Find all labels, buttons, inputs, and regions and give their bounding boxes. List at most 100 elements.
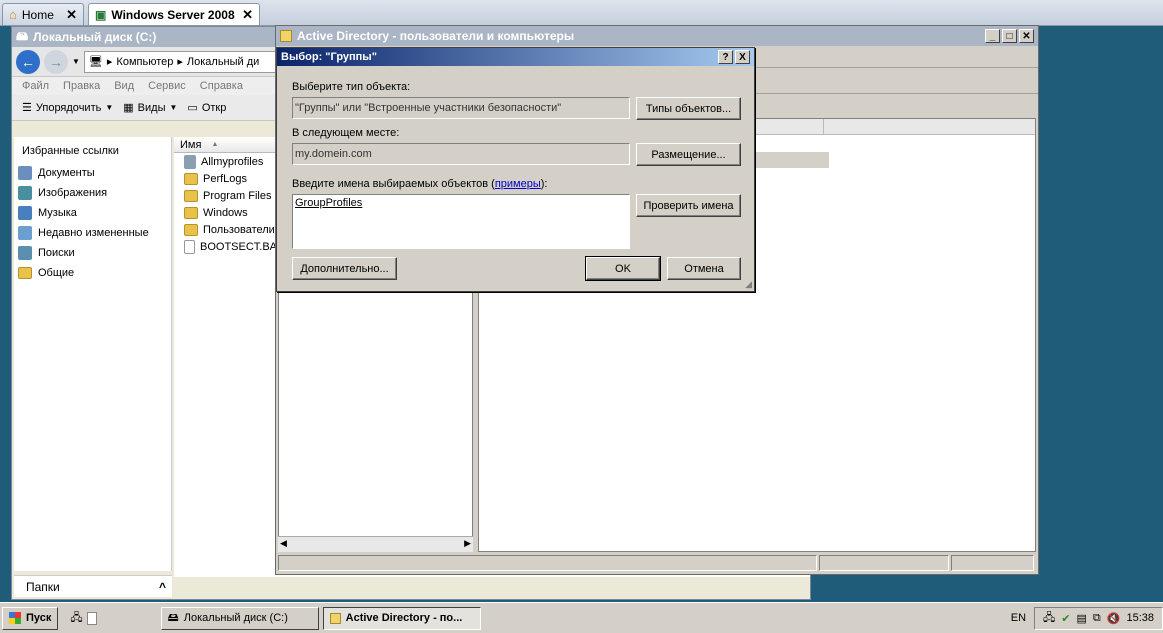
- fav-music[interactable]: Музыка: [14, 203, 171, 223]
- monitor-icon[interactable]: ▤: [1077, 612, 1087, 625]
- dialog-close-button[interactable]: X: [735, 50, 750, 64]
- ad-column-header[interactable]: [824, 119, 1035, 134]
- security-icon[interactable]: ✔: [1061, 612, 1070, 625]
- object-type-field: "Группы" или "Встроенные участники безоп…: [292, 97, 630, 119]
- volume-muted-icon[interactable]: 🔇: [1107, 612, 1121, 625]
- chevron-down-icon: ▼: [169, 103, 178, 112]
- tab-home-label: Home: [21, 7, 54, 22]
- select-groups-dialog: Выбор: "Группы" ? X Выберите тип объекта…: [276, 47, 755, 292]
- examples-link[interactable]: примеры: [495, 178, 541, 190]
- menu-help[interactable]: Справка: [200, 80, 243, 92]
- file-label: Windows: [203, 206, 248, 219]
- windows-logo-icon: [9, 612, 21, 624]
- organize-icon: ☰: [22, 102, 32, 114]
- chevron-down-icon[interactable]: ▼: [72, 57, 80, 66]
- menu-edit[interactable]: Правка: [63, 80, 100, 92]
- help-button[interactable]: ?: [718, 50, 733, 64]
- resize-grip-icon[interactable]: ◢: [745, 279, 752, 290]
- check-names-button[interactable]: Проверить имена: [636, 194, 741, 217]
- object-name-value: GroupProfiles: [295, 197, 363, 209]
- folder-icon: [184, 189, 198, 202]
- fav-documents[interactable]: Документы: [14, 163, 171, 183]
- location-field: my.domein.com: [292, 143, 630, 165]
- views-button[interactable]: ▦ Виды ▼: [123, 101, 178, 115]
- minimize-button[interactable]: _: [985, 29, 1000, 43]
- dialog-title: Выбор: "Группы": [281, 51, 377, 63]
- address-computer[interactable]: Компьютер: [116, 56, 173, 68]
- file-label: PerfLogs: [203, 172, 248, 185]
- close-button[interactable]: ✕: [1019, 29, 1034, 43]
- location-label: В следующем месте:: [292, 127, 400, 139]
- chevron-down-icon: ▼: [105, 103, 114, 112]
- status-pane: [951, 555, 1034, 571]
- cancel-button[interactable]: Отмена: [667, 257, 741, 280]
- task-active-directory[interactable]: Active Directory - по...: [322, 606, 481, 630]
- back-button[interactable]: ←: [16, 49, 40, 74]
- script-icon: [184, 154, 196, 169]
- object-types-button[interactable]: Типы объектов...: [636, 97, 741, 120]
- ad-titlebar[interactable]: Active Directory - пользователи и компью…: [276, 26, 1038, 46]
- task-label: Active Directory - по...: [345, 612, 463, 624]
- ad-selected-row[interactable]: [749, 152, 829, 168]
- fav-label: Общие: [38, 267, 75, 279]
- menu-file[interactable]: Файл: [22, 80, 49, 92]
- fav-searches[interactable]: Поиски: [14, 243, 171, 263]
- start-button[interactable]: Пуск: [2, 606, 59, 630]
- fav-label: Документы: [38, 167, 95, 179]
- folders-label: Папки: [26, 579, 60, 594]
- tab-windows-server[interactable]: ▣ Windows Server 2008 ✕: [88, 3, 260, 25]
- views-icon: ▦: [123, 102, 134, 114]
- fav-public[interactable]: Общие: [14, 263, 171, 283]
- tab-home[interactable]: ⌂ Home ✕: [2, 3, 84, 25]
- ok-button[interactable]: OK: [585, 256, 661, 281]
- close-icon[interactable]: ✕: [66, 7, 77, 23]
- open-button[interactable]: ▭ Откр: [187, 101, 226, 115]
- menu-view[interactable]: Вид: [114, 80, 134, 92]
- menu-tools[interactable]: Сервис: [148, 80, 186, 92]
- tree-horizontal-scrollbar[interactable]: ◀ ▶: [278, 536, 473, 552]
- vm-icon: ▣: [95, 7, 107, 22]
- names-label-prefix: Введите имена выбираемых объектов (: [292, 178, 495, 190]
- address-drive[interactable]: Локальный ди: [187, 56, 259, 68]
- folder-icon: [184, 223, 198, 236]
- folders-toggle[interactable]: Папки ^: [14, 575, 172, 597]
- object-names-input[interactable]: GroupProfiles: [292, 194, 630, 249]
- chevron-right-icon: ▸: [177, 56, 183, 68]
- server-manager-icon[interactable]: 🖧: [70, 609, 82, 628]
- task-explorer[interactable]: 🖴 Локальный диск (C:): [160, 606, 319, 630]
- folder-icon: [184, 206, 198, 219]
- organize-label: Упорядочить: [35, 101, 102, 114]
- status-pane: [278, 555, 817, 571]
- scroll-right-icon[interactable]: ▶: [464, 538, 471, 549]
- pictures-icon: [18, 186, 32, 200]
- file-label: Program Files: [203, 189, 272, 202]
- location-button[interactable]: Размещение...: [636, 143, 741, 166]
- chevron-right-icon: ▸: [106, 56, 113, 68]
- dialog-titlebar[interactable]: Выбор: "Группы" ? X: [277, 48, 754, 66]
- task-label: Локальный диск (C:): [183, 612, 288, 624]
- forward-button[interactable]: →: [44, 49, 68, 74]
- fav-recent[interactable]: Недавно измененные: [14, 223, 171, 243]
- file-label: Пользователи: [203, 223, 275, 236]
- advanced-button[interactable]: Дополнительно...: [292, 257, 397, 280]
- documents-icon: [18, 166, 32, 180]
- fav-label: Музыка: [38, 207, 77, 219]
- network-icon[interactable]: 🖧: [1043, 609, 1055, 628]
- favorites-heading: Избранные ссылки: [22, 145, 119, 157]
- scroll-left-icon[interactable]: ◀: [280, 538, 287, 549]
- views-label: Виды: [137, 101, 166, 114]
- close-icon[interactable]: ✕: [242, 7, 253, 23]
- navigation-pane: Избранные ссылки Документы Изображения М…: [14, 137, 172, 571]
- language-indicator[interactable]: EN: [1011, 612, 1026, 624]
- fav-label: Недавно измененные: [38, 227, 149, 239]
- clock[interactable]: 15:38: [1126, 612, 1154, 624]
- ad-title: Active Directory - пользователи и компью…: [297, 29, 575, 43]
- fav-pictures[interactable]: Изображения: [14, 183, 171, 203]
- organize-button[interactable]: ☰ Упорядочить ▼: [22, 101, 114, 115]
- ad-icon: [280, 30, 292, 42]
- host-tab-bar: ⌂ Home ✕ ▣ Windows Server 2008 ✕: [0, 0, 1163, 26]
- maximize-button[interactable]: □: [1002, 29, 1017, 43]
- network-connections-icon[interactable]: ⧉: [1093, 612, 1101, 625]
- open-icon: ▭: [187, 102, 198, 114]
- show-desktop-icon[interactable]: [86, 611, 97, 625]
